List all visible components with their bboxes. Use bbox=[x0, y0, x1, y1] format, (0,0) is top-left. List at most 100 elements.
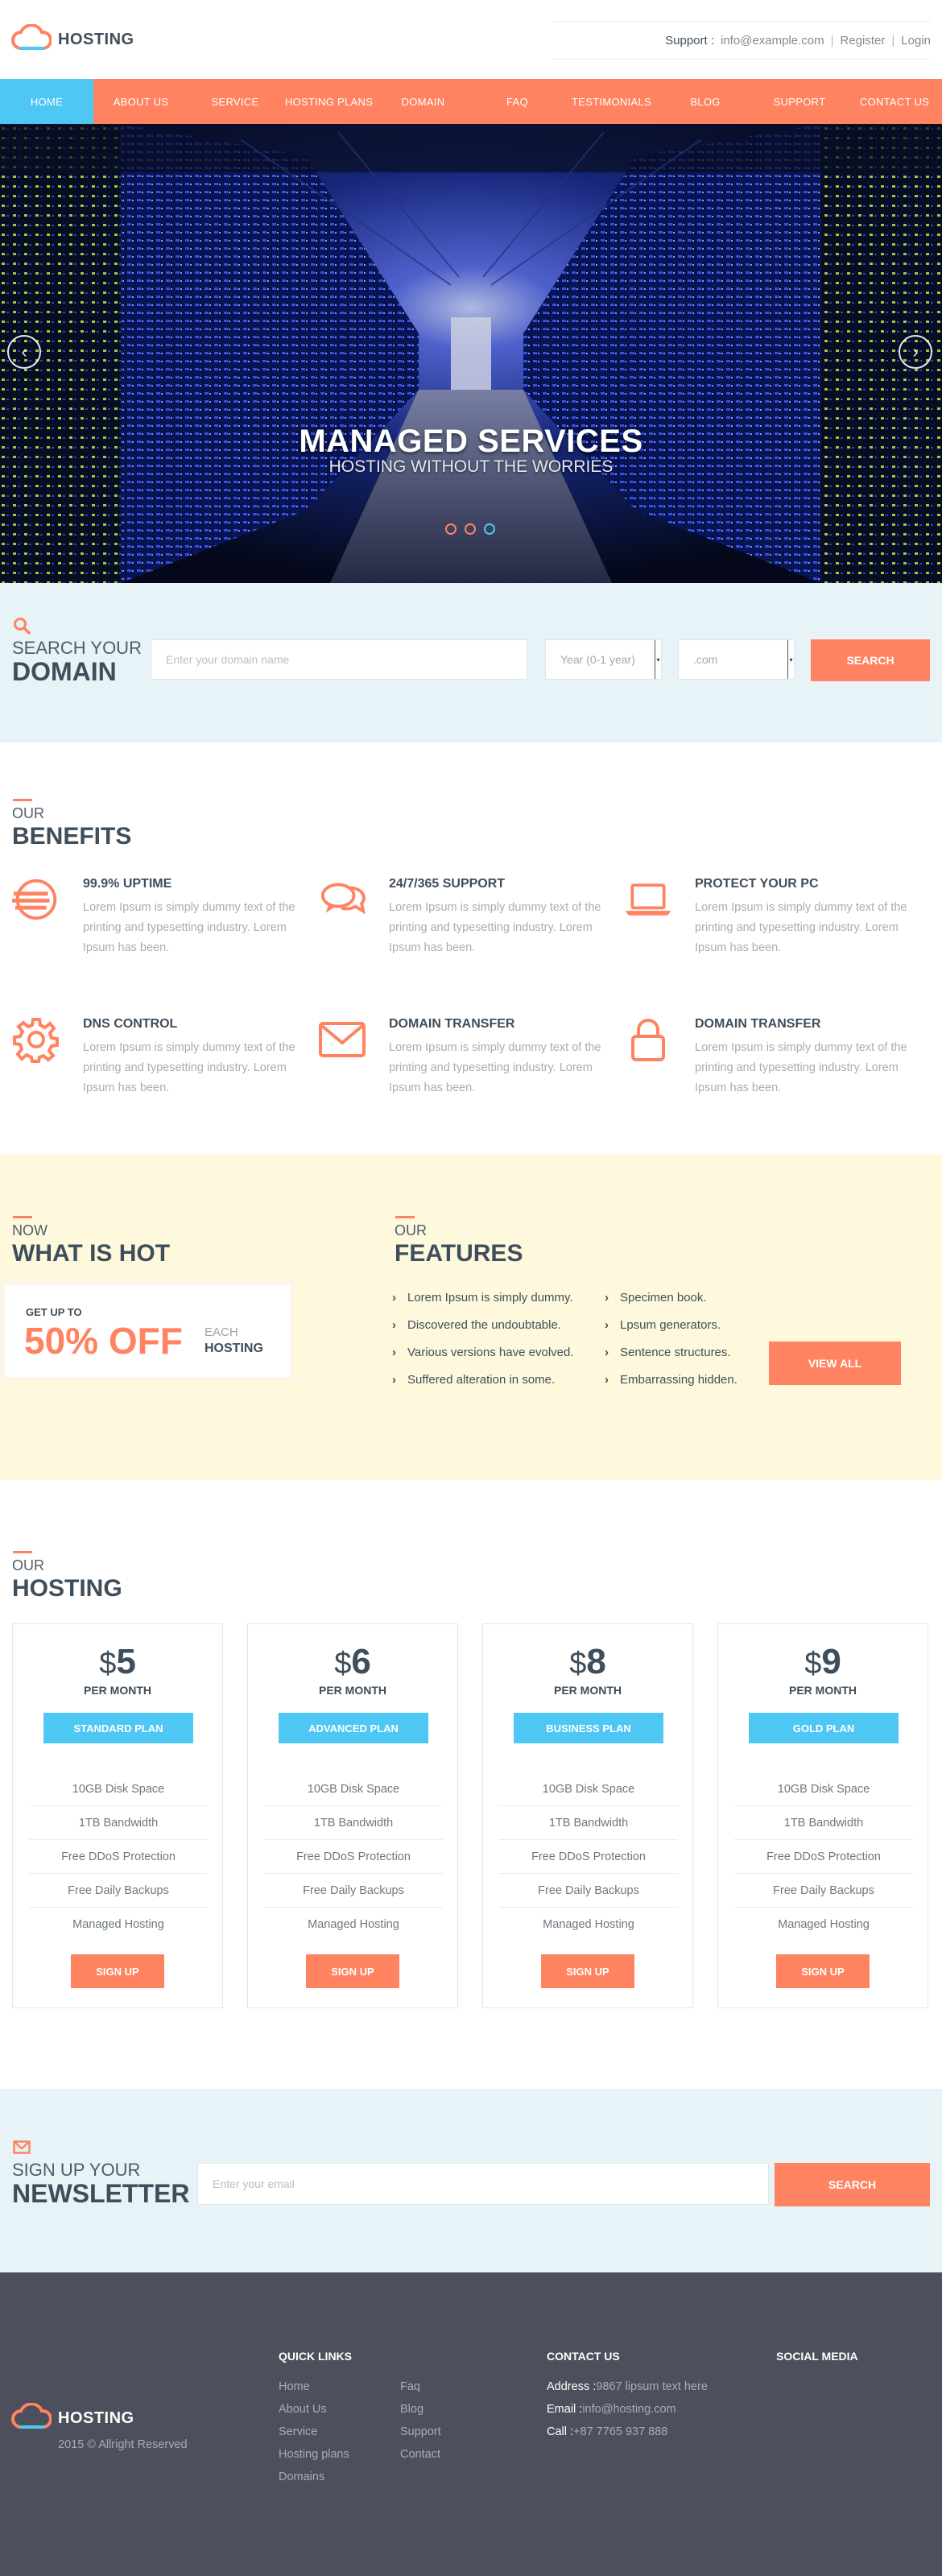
chevron-right-icon: › bbox=[392, 1372, 396, 1387]
chevron-right-icon: › bbox=[392, 1317, 396, 1332]
price-value: 9 bbox=[821, 1642, 841, 1681]
plan-name-badge: GOLD PLAN bbox=[749, 1713, 899, 1743]
domain-search-section: SEARCH YOUR DOMAIN Enter your domain nam… bbox=[0, 583, 942, 742]
footer-link-contact[interactable]: Contact bbox=[400, 2448, 440, 2461]
chevron-right-icon: › bbox=[605, 1372, 609, 1387]
feature-item: › Suffered alteration in some. bbox=[392, 1366, 574, 1393]
feature-text: Lorem Ipsum is simply dummy. bbox=[407, 1290, 573, 1305]
plan-card: $6 PER MONTH ADVANCED PLAN 10GB Disk Spa… bbox=[247, 1623, 458, 2008]
plan-card: $8 PER MONTH BUSINESS PLAN 10GB Disk Spa… bbox=[482, 1623, 693, 2008]
sign-up-button[interactable]: SIGN UP bbox=[306, 1954, 399, 1988]
nav-item-about-us[interactable]: ABOUT US bbox=[93, 79, 188, 124]
plan-feature: Managed Hosting bbox=[308, 1918, 399, 1931]
plan-price: $8 bbox=[483, 1642, 692, 1682]
plan-period: PER MONTH bbox=[84, 1684, 151, 1697]
hero-subtitle: HOSTING WITHOUT THE WORRIES bbox=[328, 457, 614, 476]
contact-email: Email :info@hosting.com bbox=[547, 2403, 676, 2416]
feature-item: › Embarrassing hidden. bbox=[605, 1366, 737, 1393]
footer-link-domains[interactable]: Domains bbox=[279, 2471, 324, 2483]
nav-item-service[interactable]: SERVICE bbox=[188, 79, 282, 124]
plan-price: $5 bbox=[13, 1642, 222, 1682]
call-value[interactable]: +87 7765 937 888 bbox=[573, 2425, 667, 2438]
login-link[interactable]: Login bbox=[901, 34, 931, 48]
newsletter-submit-button[interactable]: SEARCH bbox=[775, 2163, 930, 2206]
sign-up-button[interactable]: SIGN UP bbox=[541, 1954, 634, 1988]
sign-up-button[interactable]: SIGN UP bbox=[776, 1954, 870, 1988]
currency-symbol: $ bbox=[334, 1647, 352, 1681]
plan-period: PER MONTH bbox=[319, 1684, 386, 1697]
email-label: Email : bbox=[547, 2403, 583, 2416]
section-accent-line bbox=[13, 799, 32, 801]
newsletter-email-input[interactable]: Enter your email bbox=[197, 2163, 769, 2205]
address-label: Address : bbox=[547, 2380, 597, 2393]
nav-item-domain[interactable]: DOMAIN bbox=[376, 79, 470, 124]
footer-link-home[interactable]: Home bbox=[279, 2380, 310, 2393]
footer-link-about[interactable]: About Us bbox=[279, 2403, 327, 2416]
plan-feature: Free Daily Backups bbox=[264, 1874, 443, 1908]
promo-big-text: 50% OFF bbox=[24, 1320, 183, 1362]
feature-item: › Various versions have evolved. bbox=[392, 1338, 574, 1366]
nav-item-blog[interactable]: BLOG bbox=[659, 79, 752, 124]
currency-symbol: $ bbox=[569, 1647, 587, 1681]
contact-title: CONTACT US bbox=[547, 2350, 620, 2363]
uptime-icon bbox=[12, 875, 60, 924]
promo-box[interactable]: GET UP TO 50% OFF EACH HOSTING bbox=[5, 1285, 290, 1377]
email-value[interactable]: info@hosting.com bbox=[582, 2403, 676, 2416]
nav-item-home[interactable]: HOME bbox=[0, 79, 93, 124]
footer-link-service[interactable]: Service bbox=[279, 2425, 317, 2438]
price-value: 6 bbox=[351, 1642, 371, 1681]
site-header: HOSTING Support : info@example.com | Reg… bbox=[0, 0, 942, 79]
footer-link-faq[interactable]: Faq bbox=[400, 2380, 420, 2393]
site-logo[interactable]: HOSTING bbox=[11, 23, 134, 56]
footer-link-hosting-plans[interactable]: Hosting plans bbox=[279, 2448, 349, 2461]
plan-feature: 10GB Disk Space bbox=[499, 1772, 678, 1806]
plan-feature: Managed Hosting bbox=[72, 1918, 164, 1931]
benefit-title: DNS CONTROL bbox=[83, 1017, 178, 1031]
footer-logo[interactable]: HOSTING bbox=[11, 2402, 134, 2434]
contact-address: Address :9867 lipsum text here bbox=[547, 2380, 708, 2393]
sign-up-button[interactable]: SIGN UP bbox=[71, 1954, 164, 1988]
slider-dot[interactable] bbox=[445, 523, 457, 535]
nav-item-hosting-plans[interactable]: HOSTING PLANS bbox=[282, 79, 376, 124]
copyright: 2015 © Allright Reserved bbox=[58, 2438, 188, 2451]
hosting-title: HOSTING bbox=[12, 1575, 122, 1602]
benefit-text: Lorem Ipsum is simply dummy text of the … bbox=[389, 901, 601, 954]
year-select[interactable]: Year (0-1 year) ▾ bbox=[545, 639, 662, 680]
plan-feature: Free DDoS Protection bbox=[264, 1840, 443, 1874]
plan-price: $6 bbox=[248, 1642, 457, 1682]
support-email-link[interactable]: info@example.com bbox=[721, 34, 824, 48]
register-link[interactable]: Register bbox=[841, 34, 886, 48]
footer-link-support[interactable]: Support bbox=[400, 2425, 441, 2438]
chevron-right-icon: › bbox=[392, 1290, 396, 1305]
nav-item-faq[interactable]: FAQ bbox=[470, 79, 564, 124]
benefit-text: Lorem Ipsum is simply dummy text of the … bbox=[695, 901, 907, 954]
slider-dot[interactable] bbox=[465, 523, 476, 535]
view-all-button[interactable]: VIEW ALL bbox=[769, 1342, 901, 1385]
slider-dot-active[interactable] bbox=[484, 523, 495, 535]
currency-symbol: $ bbox=[804, 1647, 822, 1681]
footer-link-blog[interactable]: Blog bbox=[400, 2403, 423, 2416]
nav-item-testimonials[interactable]: TESTIMONIALS bbox=[564, 79, 659, 124]
separator: | bbox=[830, 33, 834, 48]
plan-feature: 1TB Bandwidth bbox=[734, 1806, 913, 1840]
slider-next-button[interactable]: › bbox=[899, 335, 932, 369]
domain-input[interactable]: Enter your domain name bbox=[151, 639, 527, 680]
nav-item-contact-us[interactable]: CONTACT US bbox=[847, 79, 942, 124]
benefit-text: Lorem Ipsum is simply dummy text of the … bbox=[83, 1041, 295, 1094]
plan-name-badge: BUSINESS PLAN bbox=[514, 1713, 663, 1743]
promo-top-text: GET UP TO bbox=[26, 1306, 82, 1318]
plan-feature: Free DDoS Protection bbox=[29, 1840, 208, 1874]
feature-text: Discovered the undoubtable. bbox=[407, 1317, 561, 1332]
domain-search-button[interactable]: SEARCH bbox=[811, 639, 930, 681]
benefit-text: Lorem Ipsum is simply dummy text of the … bbox=[695, 1041, 907, 1094]
slider-prev-button[interactable]: ‹ bbox=[7, 335, 41, 369]
tld-select[interactable]: .com ▾ bbox=[678, 639, 795, 680]
cloud-logo-icon bbox=[11, 23, 52, 56]
feature-item: › Lpsum generators. bbox=[605, 1311, 737, 1338]
domain-title: DOMAIN bbox=[12, 657, 117, 686]
features-title: FEATURES bbox=[395, 1240, 523, 1267]
section-accent-line bbox=[395, 1216, 415, 1218]
search-icon bbox=[13, 617, 31, 639]
nav-item-support[interactable]: SUPPORT bbox=[752, 79, 847, 124]
chevron-right-icon: › bbox=[605, 1290, 609, 1305]
